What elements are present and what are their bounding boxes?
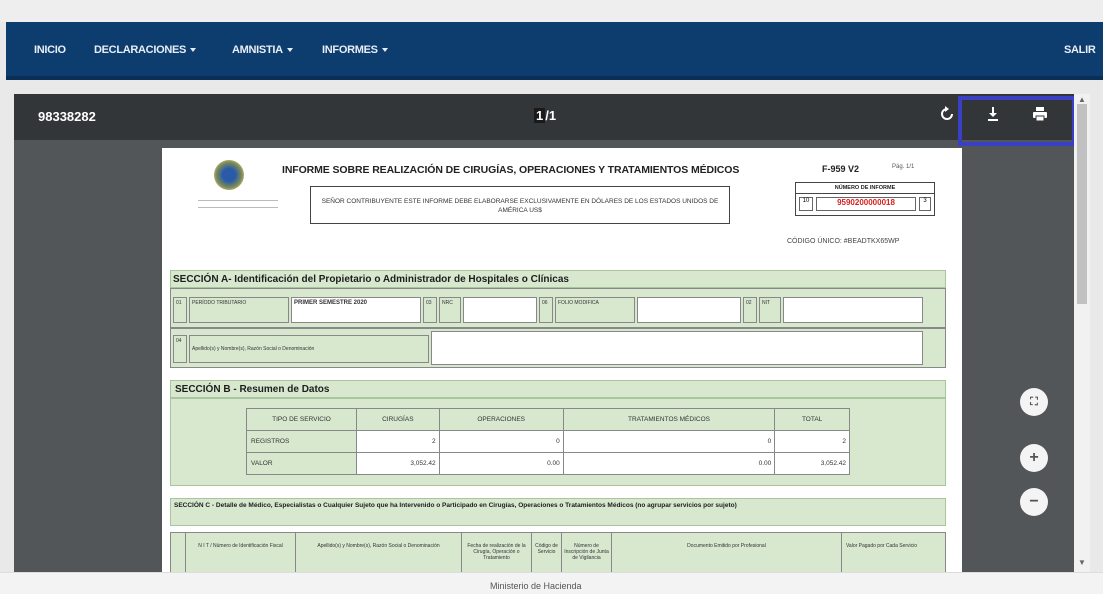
table-cell: 0 [562, 430, 776, 453]
header-cell: Fecha de realización de la Cirugía, Oper… [461, 533, 531, 572]
page-number: Pág. 1/1 [892, 164, 915, 170]
period-label: PERÍODO TRIBUTARIO [189, 297, 289, 323]
folio-code: 06 [539, 297, 553, 323]
document-page: INFORME SOBRE REALIZACIÓN DE CIRUGÍAS, O… [162, 148, 962, 572]
header-cell: N I T / Número de Identificación Fiscal [185, 533, 295, 572]
caret-down-icon [286, 48, 293, 53]
coat-of-arms-icon [214, 160, 244, 190]
browser-top-strip [0, 0, 1103, 22]
nit-label: NIT [759, 297, 781, 323]
nav-informes[interactable]: INFORMES [322, 44, 388, 56]
nav-declaraciones-label: DECLARACIONES [94, 44, 187, 56]
nav-amnistia[interactable]: AMNISTIA [232, 44, 293, 56]
period-value: PRIMER SEMESTRE 2020 [291, 297, 421, 323]
report-number-prefix: 10 [799, 197, 813, 211]
caret-down-icon [190, 48, 197, 53]
header-cell: Valor Pagado por Cada Servicio [841, 533, 921, 572]
header-cell: CIRUGÍAS [356, 408, 440, 431]
table-cell: 2 [774, 430, 850, 453]
table-cell: 2 [356, 430, 440, 453]
name-code: 04 [173, 335, 187, 363]
report-number-value: 9590200000018 [816, 197, 916, 211]
nrc-value [463, 297, 537, 323]
report-number-head: NÚMERO DE INFORME [796, 183, 934, 194]
nav-inicio-label: INICIO [34, 44, 66, 56]
viewer-scrollbar[interactable]: ▲ ▼ [1074, 94, 1090, 572]
pdf-toolbar: 98338282 1/1 [14, 94, 1088, 146]
nav-informes-label: INFORMES [322, 44, 378, 56]
scroll-up-icon[interactable]: ▲ [1078, 95, 1086, 104]
nit-value [783, 297, 923, 323]
report-number-box: NÚMERO DE INFORME 10 9590200000018 3 [795, 182, 935, 216]
header-cell: TRATAMIENTOS MÉDICOS [562, 408, 776, 431]
current-page-input[interactable]: 1 [534, 108, 546, 123]
page-footer: Ministerio de Hacienda [0, 572, 1103, 594]
header-cell: TIPO DE SERVICIO [246, 408, 357, 431]
summary-table: TIPO DE SERVICIO CIRUGÍAS OPERACIONES TR… [246, 408, 850, 475]
table-cell: 0 [438, 430, 564, 453]
scroll-down-icon[interactable]: ▼ [1078, 558, 1086, 567]
form-code: F-959 V2 [822, 164, 860, 174]
header-cell: Código de Servicio [531, 533, 561, 572]
rotate-icon[interactable] [940, 106, 954, 126]
header-cell: TOTAL [774, 408, 850, 431]
table-cell: 0.00 [562, 452, 776, 475]
folio-label: FOLIO MODIFICA [555, 297, 635, 323]
caret-down-icon [381, 48, 388, 53]
report-number-suffix: 3 [919, 197, 931, 211]
header-cell: OPERACIONES [438, 408, 564, 431]
nav-amnistia-label: AMNISTIA [232, 44, 283, 56]
fit-page-button[interactable]: ⛶ [1020, 388, 1048, 416]
document-title: INFORME SOBRE REALIZACIÓN DE CIRUGÍAS, O… [282, 164, 740, 176]
fit-icon: ⛶ [1030, 396, 1038, 408]
section-a-title: SECCIÓN A- Identificación del Propietari… [170, 270, 946, 288]
row-label: VALOR [246, 452, 357, 475]
name-value [431, 331, 923, 365]
page-total: /1 [545, 108, 557, 123]
table-row: TIPO DE SERVICIO CIRUGÍAS OPERACIONES TR… [246, 408, 850, 431]
notice-box: SEÑOR CONTRIBUYENTE ESTE INFORME DEBE EL… [310, 186, 730, 224]
scrollbar-thumb[interactable] [1077, 104, 1087, 304]
nrc-code: 03 [423, 297, 437, 323]
nrc-label: NRC [439, 297, 461, 323]
name-label: Apellido(s) y Nombre(s), Razón Social o … [189, 335, 429, 363]
section-c-title: SECCIÓN C - Detalle de Médico, Especiali… [170, 498, 946, 526]
nav-salir[interactable]: SALIR [1064, 44, 1096, 56]
section-b-title: SECCIÓN B - Resumen de Datos [170, 380, 946, 398]
table-cell: 3,052.42 [356, 452, 440, 475]
table-row: VALOR 3,052.42 0.00 0.00 3,052.42 [246, 452, 850, 475]
nit-code: 02 [743, 297, 757, 323]
table-row: REGISTROS 2 0 0 2 [246, 430, 850, 453]
section-a-row-2: 04 Apellido(s) y Nombre(s), Razón Social… [170, 328, 946, 368]
table-cell: 3,052.42 [774, 452, 850, 475]
nav-inicio[interactable]: INICIO [34, 44, 66, 56]
document-id: 98338282 [38, 109, 96, 124]
unique-code: CÓDIGO ÚNICO: #BEADTKX65WP [787, 238, 900, 245]
footer-text: Ministerio de Hacienda [490, 581, 582, 591]
section-a-row-1: 01 PERÍODO TRIBUTARIO PRIMER SEMESTRE 20… [170, 288, 946, 328]
period-code: 01 [173, 297, 187, 323]
zoom-out-button[interactable]: − [1020, 488, 1048, 516]
detail-table-header: N I T / Número de Identificación Fiscal … [170, 532, 946, 572]
header-cell: Número de Inscripción de Junta de Vigila… [561, 533, 611, 572]
highlight-annotation [958, 96, 1076, 146]
folio-value [637, 297, 741, 323]
nav-declaraciones[interactable]: DECLARACIONES [94, 44, 197, 56]
header-cell: Apellido(s) y Nombre(s), Razón Social o … [295, 533, 461, 572]
page-indicator: 1/1 [534, 108, 556, 123]
pdf-viewer: 98338282 1/1 INFORME SOBRE REALIZACIÓN D… [14, 94, 1088, 572]
main-navbar: INICIO DECLARACIONES AMNISTIA INFORMES S… [6, 22, 1103, 80]
row-label: REGISTROS [246, 430, 357, 453]
zoom-in-button[interactable]: + [1020, 444, 1048, 472]
ministry-caption [198, 200, 278, 208]
header-cell: Documento Emitido por Profesional [611, 533, 841, 572]
table-cell: 0.00 [438, 452, 564, 475]
